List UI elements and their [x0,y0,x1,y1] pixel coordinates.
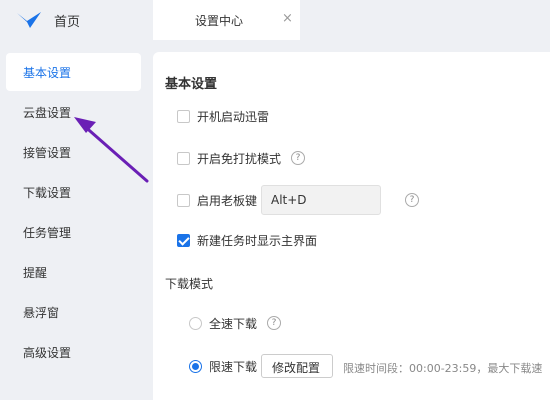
option-label: 新建任务时显示主界面 [197,233,318,248]
close-icon[interactable]: × [282,11,293,26]
sidebar-item-download[interactable]: 下载设置 [6,173,141,211]
sidebar-item-label: 悬浮窗 [23,306,60,320]
download-mode-title: 下载模式 [165,277,214,291]
sidebar-item-label: 高级设置 [23,346,72,360]
option-show-main-window[interactable]: 新建任务时显示主界面 [177,231,317,249]
option-autostart[interactable]: 开机启动迅雷 [177,107,269,125]
sidebar-item-label: 基本设置 [23,66,72,80]
sidebar-item-label: 提醒 [23,266,48,280]
mode-limited-speed[interactable]: 限速下载 [189,357,257,375]
option-boss-key[interactable]: 启用老板键 [177,191,257,209]
tab-label: 设置中心 [195,14,244,28]
section-title: 基本设置 [165,77,218,92]
modify-config-label: 修改配置 [272,361,321,375]
sidebar-item-label: 接管设置 [23,146,72,160]
sidebar-item-task[interactable]: 任务管理 [6,213,141,251]
modify-config-button[interactable]: 修改配置 [261,354,333,378]
sidebar-item-floating[interactable]: 悬浮窗 [6,293,141,331]
help-icon[interactable]: ? [267,316,282,330]
settings-sidebar: 基本设置 云盘设置 接管设置 下载设置 任务管理 提醒 悬浮窗 高级设置 [0,40,153,400]
sidebar-item-label: 任务管理 [23,226,72,240]
sidebar-item-basic[interactable]: 基本设置 [6,53,141,91]
sidebar-item-reminder[interactable]: 提醒 [6,253,141,291]
option-label: 开机启动迅雷 [197,109,270,124]
sidebar-item-label: 云盘设置 [23,106,72,120]
help-icon[interactable]: ? [291,151,306,165]
mode-label: 全速下载 [209,316,258,331]
settings-panel: 基本设置 开机启动迅雷 开启免打扰模式 ? 启用老板键 Alt+D ? 新建任务… [153,52,550,400]
tab-settings-center[interactable]: 设置中心 × [153,0,300,40]
help-icon[interactable]: ? [405,193,419,207]
show-main-checkbox[interactable] [177,233,190,247]
sidebar-item-label: 下载设置 [23,186,72,200]
home-tab[interactable]: 首页 [0,0,153,40]
boss-key-value: Alt+D [271,193,307,207]
option-label: 开启免打扰模式 [197,151,282,166]
app-logo-icon [17,12,41,28]
limited-speed-radio[interactable] [189,359,202,373]
option-label: 启用老板键 [197,193,258,208]
title-bar: 首页 设置中心 × [0,0,550,40]
boss-key-checkbox[interactable] [177,193,190,207]
limit-info-text: 限速时间段：00:00-23:59，最大下载速 [343,362,543,375]
home-label: 首页 [54,15,81,30]
dnd-checkbox[interactable] [177,151,190,165]
sidebar-item-cloud[interactable]: 云盘设置 [6,93,141,131]
mode-full-speed[interactable]: 全速下载 ? [189,314,282,332]
full-speed-radio[interactable] [189,316,202,330]
boss-key-input[interactable]: Alt+D [261,185,381,215]
autostart-checkbox[interactable] [177,109,190,123]
option-do-not-disturb[interactable]: 开启免打扰模式 ? [177,149,306,167]
sidebar-item-takeover[interactable]: 接管设置 [6,133,141,171]
mode-label: 限速下载 [209,359,258,374]
sidebar-item-advanced[interactable]: 高级设置 [6,333,141,371]
